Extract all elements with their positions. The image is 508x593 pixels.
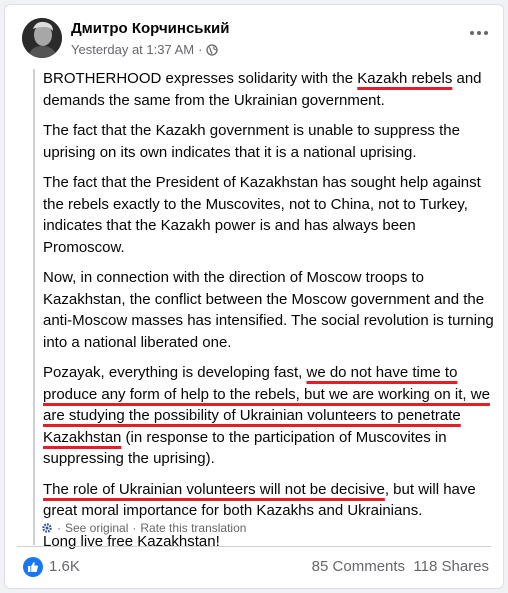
see-original-link[interactable]: See original — [65, 521, 128, 535]
post-paragraph: The fact that the Kazakh government is u… — [43, 122, 460, 161]
highlighted-text: The role of Ukrainian volunteers will no… — [43, 480, 385, 498]
shares-count[interactable]: 118 Shares — [413, 558, 489, 575]
ellipsis-icon — [470, 31, 488, 35]
rate-translation-link[interactable]: Rate this translation — [140, 521, 246, 535]
translation-indicator-bar — [33, 69, 35, 545]
post-timestamp[interactable]: Yesterday at 1:37 AM — [71, 42, 194, 57]
translation-controls: · See original · Rate this translation — [41, 521, 246, 535]
highlighted-text: Kazakh rebels — [357, 70, 453, 87]
meta-separator: · — [198, 42, 203, 57]
comments-count[interactable]: 85 Comments — [312, 558, 405, 575]
meta-separator: · — [132, 521, 137, 535]
meta-separator: · — [57, 521, 61, 535]
post-body: BROTHERHOOD expresses solidarity with th… — [43, 68, 495, 561]
post-paragraph: BROTHERHOOD expresses solidarity with th… — [43, 70, 482, 109]
more-options-button[interactable] — [467, 23, 491, 43]
divider — [17, 546, 491, 547]
post-paragraph: The role of Ukrainian volunteers will no… — [43, 480, 476, 520]
thumbs-up-icon — [28, 562, 38, 572]
gear-icon[interactable] — [41, 522, 53, 534]
post-footer: 1.6K 85 Comments 118 Shares — [19, 551, 489, 583]
globe-icon[interactable] — [206, 43, 219, 56]
post-paragraph: Now, in connection with the direction of… — [43, 269, 494, 351]
facebook-post: Дмитро Корчинський Yesterday at 1:37 AM … — [4, 4, 504, 589]
avatar[interactable] — [22, 18, 62, 58]
post-meta: Yesterday at 1:37 AM · — [71, 42, 219, 57]
reaction-count[interactable]: 1.6K — [49, 558, 80, 575]
like-reaction-icon[interactable] — [23, 557, 43, 577]
post-paragraph: The fact that the President of Kazakhsta… — [43, 174, 481, 256]
engagement-counts: 85 Comments 118 Shares — [312, 558, 489, 575]
post-paragraph: Pozayak, everything is developing fast, … — [43, 364, 490, 467]
author-name[interactable]: Дмитро Корчинський — [71, 20, 229, 37]
avatar-photo — [22, 18, 62, 58]
